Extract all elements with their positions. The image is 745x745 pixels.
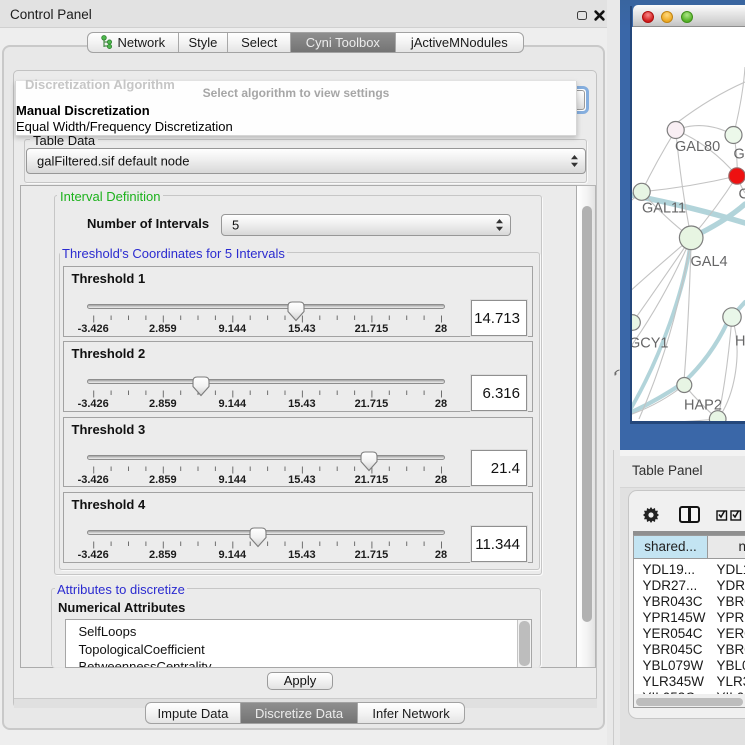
svg-text:GA: GA — [734, 147, 745, 163]
svg-text:GAL4: GAL4 — [691, 254, 728, 270]
svg-text:HAP2: HAP2 — [684, 398, 722, 414]
svg-text:GAL11: GAL11 — [642, 201, 686, 217]
svg-text:GAL80: GAL80 — [675, 139, 720, 155]
svg-text:GCY1: GCY1 — [631, 336, 669, 352]
svg-text:H: H — [735, 334, 745, 350]
svg-text:C: C — [739, 187, 745, 203]
